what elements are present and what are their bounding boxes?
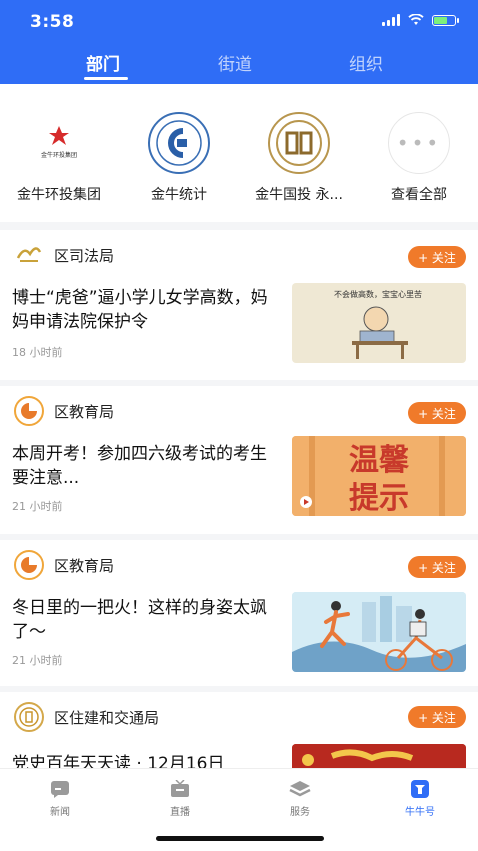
org-jinniu-tongji[interactable]: 金牛统计 — [129, 112, 229, 204]
feed-item[interactable]: 区住建和交通局 + 关注 党史百年天天读 · 12月16日 — [0, 692, 478, 768]
huantou-logo-icon: 金牛环投集团 — [41, 126, 77, 159]
sifaju-logo-icon — [14, 240, 44, 270]
org-jinniu-huantou[interactable]: 金牛环投集团 金牛环投集团 — [9, 112, 109, 204]
tab-underline — [84, 77, 128, 80]
tab-label: 新闻 — [50, 807, 70, 818]
service-icon — [289, 779, 311, 799]
org-logo: 金牛环投集团 — [28, 112, 90, 174]
more-icon: ••• — [388, 112, 450, 174]
feed-source: 区司法局 — [14, 240, 114, 270]
wifi-icon — [408, 14, 424, 25]
source-name: 区住建和交通局 — [54, 708, 160, 727]
feed-source: 区教育局 — [14, 550, 114, 580]
thumbnail: 不会做高数，宝宝心里苦 — [292, 283, 466, 363]
headline: 本周开考！参加四六级考试的考生要注意... — [12, 444, 267, 488]
tab-niuniu[interactable]: 牛牛号 — [380, 779, 460, 818]
feed-item[interactable]: 区教育局 + 关注 冬日里的一把火！这样的身姿太飒了～ 21 小时前 — [0, 540, 478, 690]
svg-text:不会做高数，宝宝心里苦: 不会做高数，宝宝心里苦 — [334, 289, 422, 299]
view-all-orgs[interactable]: ••• 查看全部 — [369, 112, 469, 204]
org-name: 金牛国投 永... — [255, 187, 343, 203]
org-name: 金牛统计 — [151, 187, 207, 203]
tab-department[interactable]: 部门 — [86, 50, 120, 75]
org-logo — [268, 112, 330, 174]
svg-text:温馨: 温馨 — [349, 443, 410, 478]
tongji-logo-icon — [156, 120, 202, 166]
jiaoyuju-logo-icon — [14, 396, 44, 426]
feed-source: 区教育局 — [14, 396, 114, 426]
guotou-logo-icon — [276, 120, 322, 166]
status-bar: 3:58 — [0, 0, 478, 44]
follow-button[interactable]: + 关注 — [408, 706, 466, 728]
org-logo — [148, 112, 210, 174]
tab-label: 牛牛号 — [405, 807, 435, 818]
view-all-label: 查看全部 — [391, 187, 447, 203]
feed-item[interactable]: 区教育局 + 关注 本周开考！参加四六级考试的考生要注意... 21 小时前 温… — [0, 386, 478, 536]
tv-icon — [169, 779, 191, 799]
headline: 冬日里的一把火！这样的身姿太飒了～ — [12, 598, 267, 642]
timestamp: 18 小时前 — [12, 346, 63, 359]
tab-news[interactable]: 新闻 — [20, 779, 100, 818]
news-icon — [49, 779, 71, 799]
status-time: 3:58 — [30, 12, 75, 32]
zhujianju-logo-icon — [14, 702, 44, 732]
headline: 博士“虎爸”逼小学儿女学高数，妈妈申请法院保护令 — [12, 288, 268, 332]
follow-button[interactable]: + 关注 — [408, 246, 466, 268]
divider — [0, 222, 478, 230]
niuniu-icon — [409, 779, 431, 799]
tab-live[interactable]: 直播 — [140, 779, 220, 818]
follow-button[interactable]: + 关注 — [408, 402, 466, 424]
tab-label: 直播 — [170, 807, 190, 818]
tab-street[interactable]: 街道 — [218, 50, 252, 75]
org-row: 金牛环投集团 金牛环投集团 金牛统计 金牛国投 永... ••• 查看全部 — [0, 84, 478, 222]
home-indicator — [156, 836, 324, 841]
jiaoyuju-logo-icon — [14, 550, 44, 580]
source-name: 区教育局 — [54, 402, 115, 421]
headline: 党史百年天天读 · 12月16日 — [12, 754, 225, 768]
follow-button[interactable]: + 关注 — [408, 556, 466, 578]
app-header: 3:58 部门 街道 组织 — [0, 0, 478, 84]
signal-icon — [382, 14, 400, 26]
svg-text:金牛环投集团: 金牛环投集团 — [41, 151, 77, 159]
tab-organization[interactable]: 组织 — [349, 50, 383, 75]
tab-service[interactable]: 服务 — [260, 779, 340, 818]
thumbnail: 温馨 提示 — [292, 436, 466, 516]
feed-source: 区住建和交通局 — [14, 702, 159, 732]
feed-item[interactable]: 区司法局 + 关注 博士“虎爸”逼小学儿女学高数，妈妈申请法院保护令 18 小时… — [0, 230, 478, 380]
org-jinniu-guotou[interactable]: 金牛国投 永... — [249, 112, 349, 204]
source-name: 区教育局 — [54, 556, 115, 575]
timestamp: 21 小时前 — [12, 654, 63, 667]
timestamp: 21 小时前 — [12, 500, 63, 513]
battery-icon — [432, 14, 459, 26]
org-name: 金牛环投集团 — [17, 187, 101, 203]
tab-label: 服务 — [290, 807, 310, 818]
top-tabs: 部门 街道 组织 — [0, 50, 478, 84]
thumbnail — [292, 592, 466, 672]
status-icons — [382, 14, 459, 26]
source-name: 区司法局 — [54, 246, 115, 265]
thumbnail — [292, 744, 466, 768]
svg-text:提示: 提示 — [349, 481, 409, 516]
